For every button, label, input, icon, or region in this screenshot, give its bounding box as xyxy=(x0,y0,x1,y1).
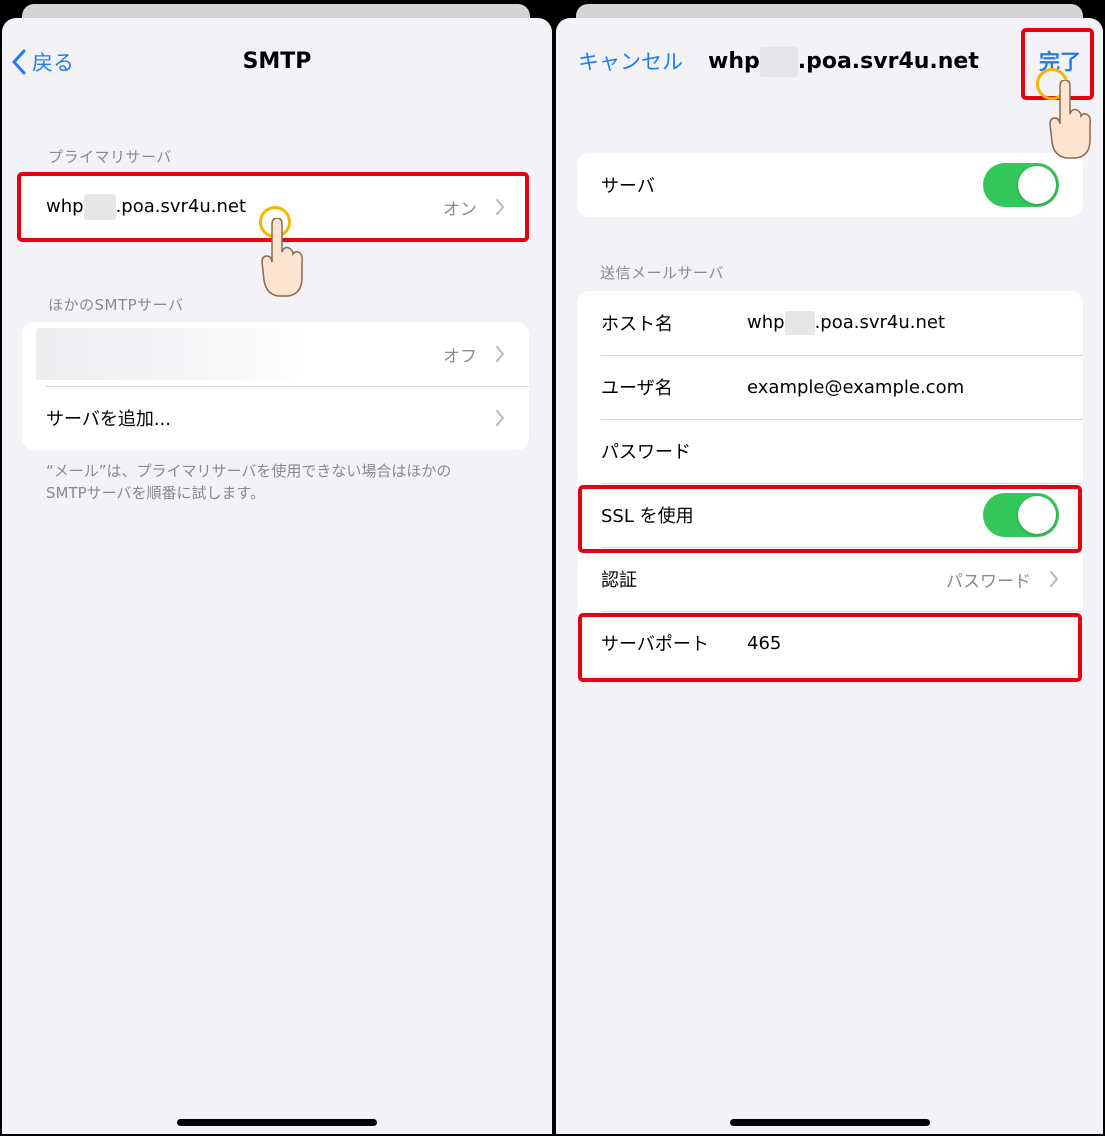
title-suffix: .poa.svr4u.net xyxy=(797,49,979,74)
auth-label: 認証 xyxy=(601,570,637,591)
server-detail-screen: キャンセル whp .poa.svr4u.net 完了 サーバ 送信メールサーバ … xyxy=(554,0,1105,1136)
primary-server-section-label: プライマリサーバ xyxy=(48,148,172,166)
server-toggle-group: サーバ xyxy=(577,153,1083,217)
hand-pointer-icon xyxy=(261,218,303,297)
footer-note-line2: SMTPサーバを順番に試します。 xyxy=(46,484,266,502)
primary-server-status: オン xyxy=(443,199,477,220)
detail-sheet: キャンセル whp .poa.svr4u.net 完了 サーバ 送信メールサーバ … xyxy=(556,18,1103,1134)
redacted-block xyxy=(784,311,815,335)
outgoing-server-group: ホスト名 whp .poa.svr4u.net ユーザ名 example@exam… xyxy=(577,291,1083,675)
navbar: キャンセル whp .poa.svr4u.net 完了 xyxy=(556,40,1103,84)
redacted-block xyxy=(83,194,116,220)
home-indicator xyxy=(729,1119,930,1126)
host-suffix: .poa.svr4u.net xyxy=(814,312,946,333)
host-row[interactable]: ホスト名 whp .poa.svr4u.net xyxy=(577,291,1083,355)
other-server-status: オフ xyxy=(443,346,477,367)
outgoing-section-label: 送信メールサーバ xyxy=(600,264,724,282)
server-name-prefix: whp xyxy=(46,196,84,217)
password-row[interactable]: パスワード xyxy=(577,419,1083,483)
page-title: whp .poa.svr4u.net xyxy=(708,40,979,84)
auth-value: パスワード xyxy=(946,571,1031,592)
host-label: ホスト名 xyxy=(601,314,673,335)
page-title: SMTP xyxy=(242,49,312,74)
user-row[interactable]: ユーザ名 example@example.com xyxy=(577,355,1083,419)
user-field[interactable]: example@example.com xyxy=(747,377,1059,398)
host-prefix: whp xyxy=(747,312,785,333)
smtp-sheet: 戻る SMTP プライマリサーバ whp .poa.svr4u.net オン ほか… xyxy=(2,18,552,1134)
host-field[interactable]: whp .poa.svr4u.net xyxy=(747,311,1059,335)
server-name-suffix: .poa.svr4u.net xyxy=(115,196,247,217)
title-prefix: whp xyxy=(708,49,760,74)
other-server-row[interactable]: オフ xyxy=(22,322,529,386)
user-label: ユーザ名 xyxy=(601,378,673,399)
primary-server-name: whp .poa.svr4u.net xyxy=(46,194,246,220)
password-label: パスワード xyxy=(601,442,691,463)
footer-note: “メール”は、プライマリサーバを使用できない場合はほかの SMTPサーバを順番に… xyxy=(46,460,512,504)
home-indicator xyxy=(177,1119,377,1126)
footer-note-line1: “メール”は、プライマリサーバを使用できない場合はほかの xyxy=(46,462,452,480)
port-field[interactable]: 465 xyxy=(747,633,1059,654)
server-toggle-label: サーバ xyxy=(601,176,655,197)
other-server-section-label: ほかのSMTPサーバ xyxy=(48,296,184,314)
server-toggle-row: サーバ xyxy=(577,153,1083,217)
cancel-button[interactable]: キャンセル xyxy=(578,40,683,84)
add-server-row[interactable]: サーバを追加... xyxy=(22,386,529,450)
redacted-server-name xyxy=(36,328,306,380)
server-toggle[interactable] xyxy=(983,163,1059,207)
ssl-row: SSL を使用 xyxy=(577,483,1083,547)
add-server-label: サーバを追加... xyxy=(46,409,171,430)
other-server-group: オフ サーバを追加... xyxy=(22,322,529,450)
navbar: 戻る SMTP xyxy=(2,40,552,84)
hand-pointer-icon xyxy=(1049,80,1091,159)
chevron-right-icon xyxy=(496,410,504,426)
chevron-right-icon xyxy=(496,346,504,362)
ssl-toggle[interactable] xyxy=(983,493,1059,537)
port-label: サーバポート xyxy=(601,634,709,655)
chevron-right-icon xyxy=(496,199,504,215)
port-row[interactable]: サーバポート 465 xyxy=(577,611,1083,675)
auth-row[interactable]: 認証 パスワード xyxy=(577,547,1083,611)
redacted-block xyxy=(759,47,798,77)
chevron-right-icon xyxy=(1050,571,1058,587)
smtp-list-screen: 戻る SMTP プライマリサーバ whp .poa.svr4u.net オン ほか… xyxy=(0,0,554,1136)
ssl-label: SSL を使用 xyxy=(601,506,694,527)
